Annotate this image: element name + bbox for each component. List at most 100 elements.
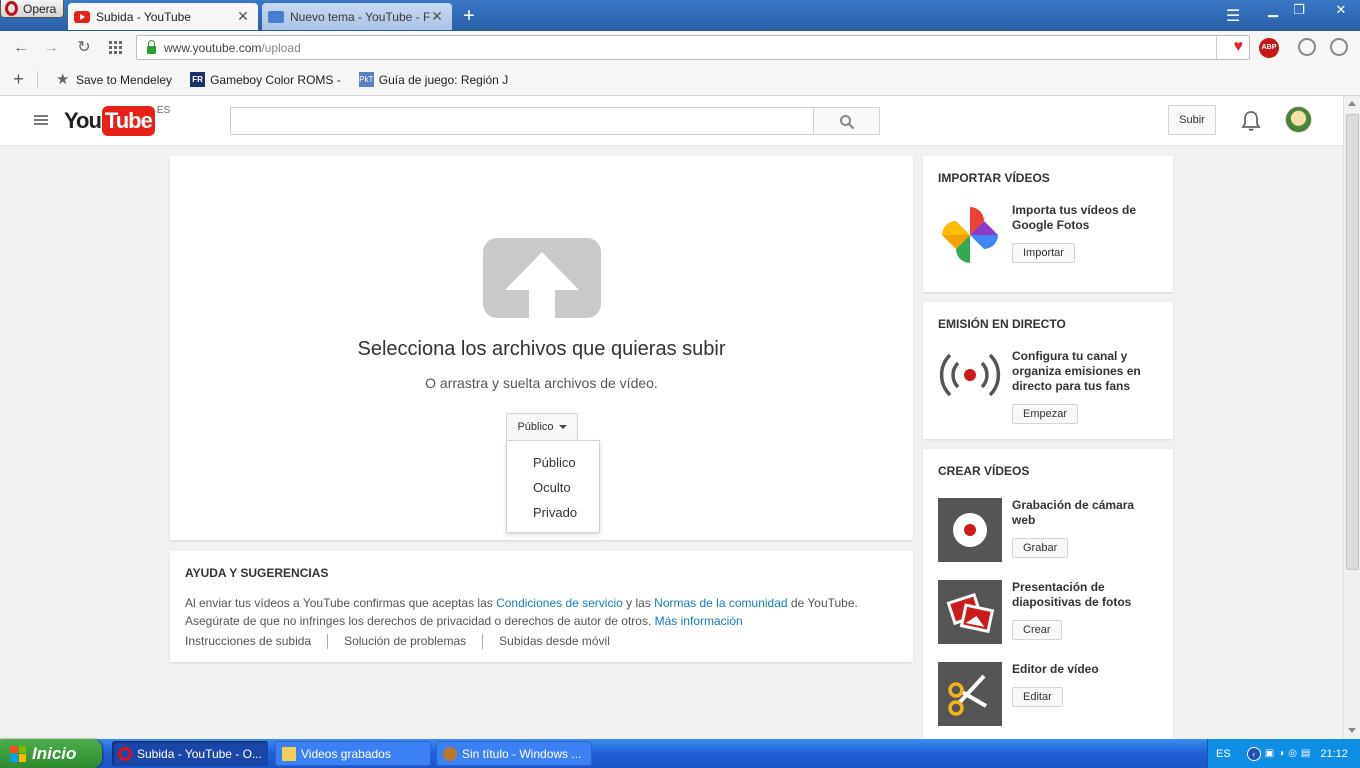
bookmark-label: Save to Mendeley (76, 72, 173, 87)
url-field[interactable]: www.youtube.com/upload ♥ (136, 35, 1250, 60)
youtube-page: You Tube ES Subir Selecciona los archivo… (0, 96, 1343, 739)
star-icon: ★ (56, 71, 70, 88)
select-files-title[interactable]: Selecciona los archivos que quieras subi… (170, 338, 913, 361)
task-label: Sin título - Windows ... (462, 746, 582, 761)
live-broadcast-icon (938, 349, 1002, 413)
bookmarks-bar: + ★ Save to Mendeley FR Gameboy Color RO… (0, 64, 1360, 96)
upload-card: Selecciona los archivos que quieras subi… (170, 156, 913, 540)
start-button[interactable]: Inicio (0, 739, 102, 768)
page-scrollbar[interactable] (1343, 96, 1360, 739)
tab-title: Nuevo tema - YouTube - For (290, 9, 430, 24)
terms-of-service-link[interactable]: Condiciones de servicio (496, 596, 623, 610)
opera-menu-button[interactable]: Opera (0, 0, 64, 18)
bookmark-mendeley[interactable]: ★ Save to Mendeley (56, 72, 172, 87)
opera-logo-icon (5, 1, 18, 16)
url-path: /upload (261, 40, 301, 55)
help-heading: AYUDA Y SUGERENCIAS (185, 566, 329, 580)
caret-down-icon (558, 425, 567, 429)
reload-icon[interactable]: ↻ (73, 37, 95, 59)
help-links: Instrucciones de subida Solución de prob… (185, 634, 898, 649)
adblock-plus-icon[interactable]: ABP (1259, 38, 1279, 58)
photo-slideshow-icon (938, 580, 1002, 644)
youtube-logo[interactable]: You Tube ES (64, 105, 170, 136)
download-extension-icon[interactable] (1298, 38, 1316, 56)
tab-menu-icon[interactable]: ☰ (1226, 6, 1240, 26)
avatar[interactable] (1285, 106, 1312, 133)
community-guidelines-link[interactable]: Normas de la comunidad (654, 596, 787, 610)
upload-button[interactable]: Subir (1168, 105, 1216, 135)
back-arrow-icon[interactable]: ← (10, 37, 32, 59)
restore-icon[interactable]: ❐ (1286, 0, 1312, 20)
mobile-uploads-link[interactable]: Subidas desde móvil (482, 634, 626, 649)
tab-subida-youtube[interactable]: Subida - YouTube ✕ (68, 3, 258, 30)
create-item-webcam: Grabación de cámara web Grabar (938, 498, 1158, 562)
fr-favicon-icon: FR (190, 72, 206, 87)
system-tray: ES ‹ ▣ ◑ ◎ ▤ 21:12 (1207, 739, 1360, 768)
tray-signal-icon[interactable]: ▤ (1301, 748, 1310, 759)
clock[interactable]: 21:12 (1320, 748, 1348, 760)
url-host: www.youtube.com (164, 40, 262, 55)
browser-tab-bar: Opera Subida - YouTube ✕ Nuevo tema - Yo… (0, 0, 1360, 31)
editor-text: Editor de vídeo (1012, 662, 1099, 676)
tray-app-icon[interactable]: ◎ (1288, 748, 1297, 759)
forward-arrow-icon[interactable]: → (40, 37, 62, 59)
task-label: Subida - YouTube - O... (137, 746, 262, 761)
privacy-option-private[interactable]: Privado (507, 500, 599, 525)
privacy-option-unlisted[interactable]: Oculto (507, 475, 599, 500)
tray-expand-icon[interactable]: ‹ (1246, 746, 1261, 761)
webcam-record-icon (938, 498, 1002, 562)
movie-maker-icon (443, 746, 457, 761)
opera-icon (118, 746, 132, 761)
edit-button[interactable]: Editar (1012, 687, 1063, 707)
help-text-part: Asegúrate de que no infringes los derech… (185, 614, 655, 628)
more-info-link[interactable]: Más información (655, 614, 743, 628)
close-window-icon[interactable]: ✕ (1326, 0, 1356, 20)
bookmark-heart-icon[interactable]: ♥ (1234, 38, 1244, 56)
task-movie-maker[interactable]: Sin título - Windows ... (436, 741, 592, 766)
speed-dial-grid-icon[interactable] (105, 37, 127, 59)
upload-instructions-link[interactable]: Instrucciones de subida (185, 634, 327, 649)
import-videos-card: IMPORTAR VÍDEOS Importa tus vídeos de Go… (923, 156, 1173, 292)
create-button[interactable]: Crear (1012, 620, 1062, 640)
privacy-selected-label: Público (517, 421, 554, 433)
upload-arrow-icon[interactable] (483, 238, 601, 318)
windows-flag-icon (10, 745, 26, 762)
help-text-part: y las (622, 596, 655, 610)
privacy-option-public[interactable]: Público (507, 450, 599, 475)
new-tab-plus-icon[interactable]: + (458, 5, 480, 27)
notifications-bell-icon[interactable] (1241, 110, 1261, 135)
youtube-favicon-icon (74, 10, 90, 23)
tab-nuevo-tema[interactable]: Nuevo tema - YouTube - For ✕ (262, 3, 452, 30)
scroll-up-icon[interactable] (1348, 101, 1356, 106)
create-videos-card: CREAR VÍDEOS Grabación de cámara web Gra… (923, 449, 1173, 739)
bookmark-label: Guía de juego: Región J (378, 72, 509, 87)
url-divider (1216, 36, 1217, 59)
scroll-thumb[interactable] (1346, 114, 1359, 570)
secure-lock-icon (147, 40, 156, 54)
guide-menu-icon[interactable] (34, 115, 48, 125)
start-live-button[interactable]: Empezar (1012, 404, 1079, 424)
record-button[interactable]: Grabar (1012, 538, 1069, 558)
tray-network-icon[interactable]: ▣ (1265, 748, 1274, 759)
bookmark-gameboy-roms[interactable]: FR Gameboy Color ROMS - (190, 72, 341, 87)
minimize-icon[interactable]: ▁ (1260, 0, 1286, 20)
bookmark-guia-juego[interactable]: PkT Guía de juego: Región J (358, 72, 509, 87)
scroll-down-icon[interactable] (1348, 728, 1356, 733)
task-videos-folder[interactable]: Videos grabados (275, 741, 431, 766)
task-label: Videos grabados (301, 746, 391, 761)
add-bookmark-icon[interactable]: + (0, 70, 38, 89)
troubleshooting-link[interactable]: Solución de problemas (327, 634, 482, 649)
live-heading: EMISIÓN EN DIRECTO (938, 317, 1066, 331)
pkt-favicon-icon: PkT (358, 72, 374, 87)
scissors-icon (938, 662, 1002, 726)
search-input[interactable] (230, 107, 814, 135)
task-opera[interactable]: Subida - YouTube - O... (112, 741, 268, 766)
tray-volume-icon[interactable]: ◑ (1278, 748, 1284, 759)
search-button[interactable] (813, 107, 880, 135)
privacy-dropdown[interactable]: Público (506, 413, 578, 441)
tab-close-icon[interactable]: ✕ (236, 8, 250, 25)
account-icon[interactable] (1330, 38, 1348, 56)
language-indicator[interactable]: ES (1216, 748, 1231, 760)
tab-close-icon[interactable]: ✕ (430, 8, 444, 25)
import-button[interactable]: Importar (1012, 243, 1075, 263)
